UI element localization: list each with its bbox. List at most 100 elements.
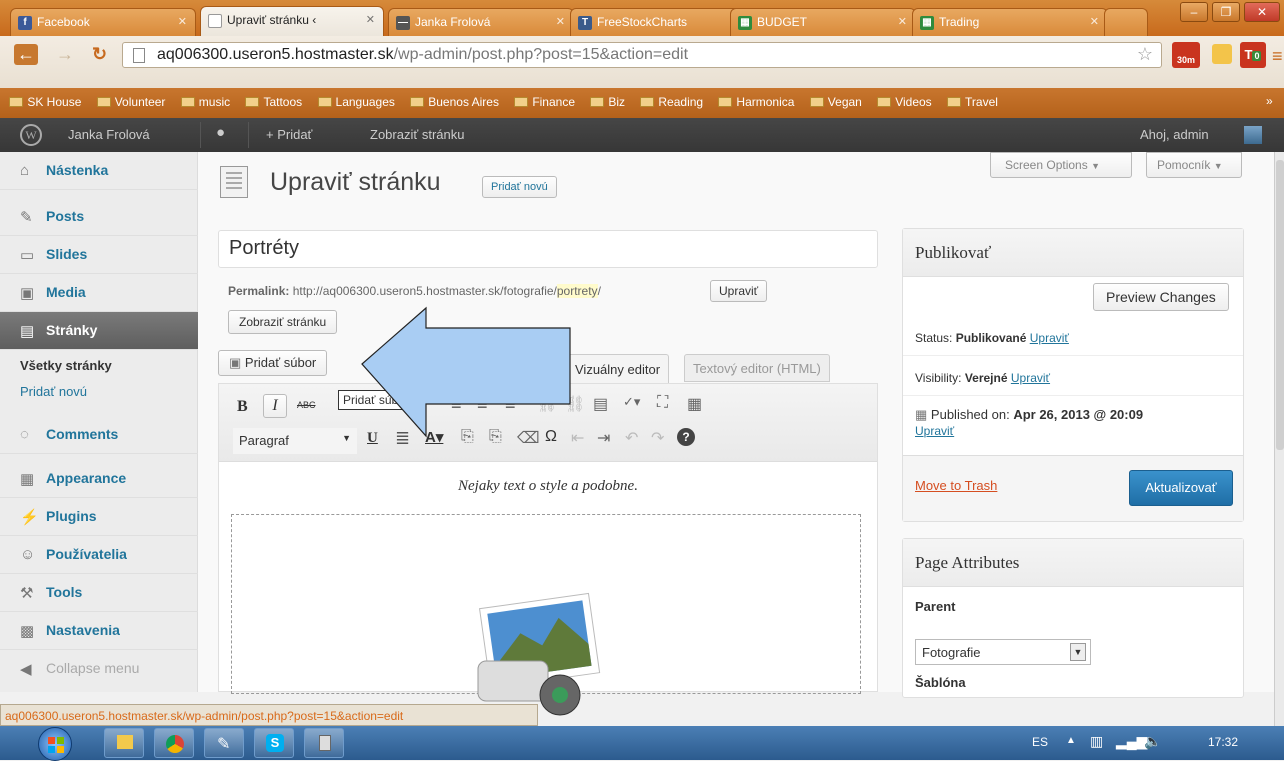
- update-button[interactable]: Aktualizovať: [1129, 470, 1233, 506]
- bookmark-vegan[interactable]: Vegan: [809, 95, 862, 109]
- bold-icon[interactable]: B: [237, 398, 248, 416]
- avatar[interactable]: [1244, 126, 1262, 144]
- notes-extension-icon[interactable]: [1212, 44, 1232, 64]
- notes-taskbar-icon[interactable]: [304, 728, 344, 758]
- address-bar[interactable]: aq006300.useron5.hostmaster.sk/wp-admin/…: [122, 42, 1162, 68]
- redo-icon[interactable]: ↷: [651, 428, 664, 448]
- explorer-taskbar-icon[interactable]: [104, 728, 144, 758]
- tab-html-editor[interactable]: Textový editor (HTML): [684, 354, 830, 382]
- bookmark-videos[interactable]: Videos: [877, 95, 932, 109]
- title-input[interactable]: Portréty: [218, 230, 878, 268]
- show-hidden-icons-icon[interactable]: ▲: [1066, 735, 1076, 746]
- close-tab-icon[interactable]: ✕: [556, 15, 565, 28]
- tab-freestockcharts[interactable]: T FreeStockCharts ✕: [570, 8, 756, 36]
- bookmark-sk-house[interactable]: SK House: [9, 95, 81, 109]
- screen-options-button[interactable]: Screen Options ▼: [990, 152, 1132, 178]
- skype-taskbar-icon[interactable]: S: [254, 728, 294, 758]
- close-window-icon[interactable]: ✕: [1244, 2, 1280, 22]
- collapse-menu-button[interactable]: ◀ Collapse menu: [0, 650, 198, 688]
- start-button[interactable]: [38, 727, 72, 761]
- site-name-link[interactable]: Janka Frolová: [68, 127, 150, 142]
- parent-select[interactable]: Fotografie ▼: [915, 639, 1091, 665]
- preview-changes-button[interactable]: Preview Changes: [1093, 283, 1229, 311]
- strikethrough-icon[interactable]: ABC: [297, 400, 316, 410]
- tab-janka-frolova[interactable]: — Janka Frolová ✕: [388, 8, 574, 36]
- indent-icon[interactable]: ⇥: [597, 428, 610, 448]
- bookmark-volunteer[interactable]: Volunteer: [96, 95, 165, 109]
- menu-item-slides[interactable]: ▭ Slides: [0, 236, 198, 274]
- image-gallery-placeholder[interactable]: [231, 514, 861, 716]
- tab-visual-editor[interactable]: Vizuálny editor: [564, 354, 670, 384]
- menu-item-comments[interactable]: ◌ Comments: [0, 416, 198, 454]
- bookmark-star-icon[interactable]: ☆: [1137, 44, 1153, 65]
- scrollbar-thumb[interactable]: [1276, 160, 1284, 450]
- menu-item-plugins[interactable]: ⚡ Plugins: [0, 498, 198, 536]
- kitchen-sink-icon[interactable]: ▦: [687, 394, 702, 414]
- close-tab-icon[interactable]: ✕: [898, 15, 907, 28]
- spellcheck-icon[interactable]: ✓▾: [623, 394, 640, 410]
- tab-budget[interactable]: ▦ BUDGET ✕: [730, 8, 916, 36]
- chrome-taskbar-icon[interactable]: [154, 728, 194, 758]
- bookmark-reading[interactable]: Reading: [640, 95, 703, 109]
- app-taskbar-icon[interactable]: ✎: [204, 728, 244, 758]
- comments-bubble-icon[interactable]: ●: [216, 124, 225, 141]
- menu-item-posts[interactable]: ✎ Posts: [0, 198, 198, 236]
- back-icon[interactable]: ←: [14, 44, 38, 65]
- add-media-button[interactable]: ▣ Pridať súbor: [218, 350, 328, 376]
- edit-status-link[interactable]: Upraviť: [1030, 331, 1069, 345]
- italic-icon[interactable]: I: [263, 394, 287, 418]
- clock[interactable]: 17:32: [1208, 735, 1238, 749]
- bookmark-harmonica[interactable]: Harmonica: [718, 95, 794, 109]
- fullscreen-icon[interactable]: ⛶: [657, 394, 668, 412]
- view-page-link[interactable]: Zobraziť stránku: [370, 127, 464, 142]
- tab-facebook[interactable]: f Facebook ✕: [10, 8, 196, 36]
- menu-item-appearance[interactable]: ▦ Appearance: [0, 460, 198, 498]
- help-button[interactable]: Pomocník ▼: [1146, 152, 1242, 178]
- menu-item-media[interactable]: ▣ Media: [0, 274, 198, 312]
- permalink-slug[interactable]: portrety: [556, 284, 598, 298]
- volume-icon[interactable]: 🔈: [1144, 733, 1161, 750]
- todo-extension-icon[interactable]: T0: [1240, 42, 1266, 68]
- scrollbar[interactable]: [1274, 152, 1284, 726]
- menu-item-tools[interactable]: ⚒ Tools: [0, 574, 198, 612]
- greeting-link[interactable]: Ahoj, admin: [1140, 127, 1209, 142]
- help-icon[interactable]: ?: [677, 428, 695, 446]
- timer-extension-icon[interactable]: 30m: [1172, 42, 1200, 68]
- close-tab-icon[interactable]: ✕: [1090, 15, 1099, 28]
- edit-visibility-link[interactable]: Upraviť: [1011, 371, 1050, 385]
- bookmark-finance[interactable]: Finance: [514, 95, 575, 109]
- maximize-icon[interactable]: ❐: [1212, 2, 1240, 22]
- add-new-page-button[interactable]: Pridať novú: [482, 176, 557, 198]
- menu-item-users[interactable]: ☺ Používatelia: [0, 536, 198, 574]
- bookmark-travel[interactable]: Travel: [947, 95, 998, 109]
- close-tab-icon[interactable]: ✕: [178, 15, 187, 28]
- bookmark-music[interactable]: music: [180, 95, 230, 109]
- language-indicator[interactable]: ES: [1032, 735, 1048, 749]
- bookmark-biz[interactable]: Biz: [590, 95, 625, 109]
- signal-icon[interactable]: ▂▄▆: [1116, 733, 1147, 750]
- reload-icon[interactable]: ↻: [92, 44, 107, 65]
- network-icon[interactable]: ▥: [1090, 733, 1103, 750]
- close-tab-icon[interactable]: ✕: [366, 13, 375, 26]
- new-content-link[interactable]: + Pridať: [266, 127, 312, 142]
- minimize-icon[interactable]: –: [1180, 2, 1208, 22]
- chrome-menu-icon[interactable]: ≡: [1272, 46, 1283, 67]
- edit-permalink-button[interactable]: Upraviť: [710, 280, 768, 302]
- more-bookmarks-icon[interactable]: »: [1266, 94, 1273, 108]
- submenu-all-pages[interactable]: Všetky stránky: [20, 358, 112, 373]
- more-tag-icon[interactable]: ▤: [593, 394, 608, 414]
- bookmark-tattoos[interactable]: Tattoos: [245, 95, 302, 109]
- content-text[interactable]: Nejaky text o style a podobne.: [219, 478, 877, 495]
- menu-item-settings[interactable]: ▩ Nastavenia: [0, 612, 198, 650]
- wordpress-logo-icon[interactable]: W: [20, 124, 42, 146]
- undo-icon[interactable]: ↶: [625, 428, 638, 448]
- new-tab-button[interactable]: [1104, 8, 1148, 36]
- bookmark-languages[interactable]: Languages: [317, 95, 395, 109]
- forward-icon[interactable]: →: [56, 44, 74, 65]
- menu-item-pages[interactable]: ▤ Stránky: [0, 312, 198, 350]
- menu-item-dashboard[interactable]: ⌂ Nástenka: [0, 152, 198, 190]
- format-select[interactable]: Paragraf ▼: [233, 428, 357, 454]
- edit-date-link[interactable]: Upraviť: [915, 424, 954, 438]
- move-to-trash-link[interactable]: Move to Trash: [915, 478, 997, 493]
- bookmark-buenos-aires[interactable]: Buenos Aires: [410, 95, 499, 109]
